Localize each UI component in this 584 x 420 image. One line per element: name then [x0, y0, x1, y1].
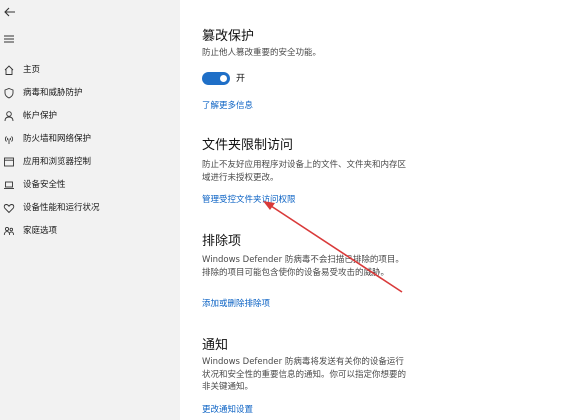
exclusions-title: 排除项 — [202, 234, 242, 249]
back-arrow-icon — [4, 7, 15, 17]
sidebar-item-label: 帐户保护 — [23, 111, 58, 121]
exclusions-description: Windows Defender 防病毒不会扫描已排除的项目。排除的项目可能包含… — [202, 255, 404, 278]
change-notification-settings-link[interactable]: 更改通知设置 — [202, 404, 253, 416]
notifications-description: Windows Defender 防病毒将发送有关你的设备运行状况和安全性的重要… — [202, 357, 407, 392]
folder-access-title: 文件夹限制访问 — [202, 138, 294, 153]
sidebar-item-label: 设备安全性 — [23, 180, 66, 190]
heart-icon — [3, 202, 15, 214]
sidebar: 主页 病毒和威胁防护 帐户保护 防火墙和网络保护 应用和浏览器控制 设备安全性 — [0, 0, 180, 420]
sidebar-item-label: 主页 — [23, 65, 41, 75]
sidebar-item-device-security[interactable]: 设备安全性 — [0, 175, 180, 195]
sidebar-item-app-browser-control[interactable]: 应用和浏览器控制 — [0, 152, 180, 172]
tamper-protection-title: 篡改保护 — [202, 29, 255, 44]
shield-icon — [3, 87, 15, 99]
wifi-signal-icon — [3, 133, 15, 145]
sidebar-item-label: 应用和浏览器控制 — [23, 157, 92, 167]
family-icon — [3, 225, 15, 237]
back-button[interactable] — [2, 4, 18, 20]
sidebar-item-label: 设备性能和运行状况 — [23, 203, 100, 213]
sidebar-item-virus-protection[interactable]: 病毒和威胁防护 — [0, 83, 180, 103]
tamper-protection-description: 防止他人篡改重要的安全功能。 — [202, 48, 322, 58]
menu-button[interactable] — [2, 33, 16, 45]
toggle-knob — [220, 75, 227, 82]
sidebar-item-label: 病毒和威胁防护 — [23, 88, 83, 98]
sidebar-item-home[interactable]: 主页 — [0, 60, 180, 80]
toggle-state-label: 开 — [236, 74, 246, 84]
manage-folder-access-link[interactable]: 管理受控文件夹访问权限 — [202, 194, 296, 206]
sidebar-item-firewall[interactable]: 防火墙和网络保护 — [0, 129, 180, 149]
folder-access-description: 防止不友好应用程序对设备上的文件、文件夹和内存区域进行未授权更改。 — [202, 160, 407, 183]
home-icon — [3, 64, 15, 76]
main-content: 篡改保护 防止他人篡改重要的安全功能。 开 了解更多信息 文件夹限制访问 防止不… — [180, 0, 584, 420]
sidebar-item-label: 家庭选项 — [23, 226, 58, 236]
hamburger-menu-icon — [4, 35, 14, 43]
sidebar-item-device-performance[interactable]: 设备性能和运行状况 — [0, 198, 180, 218]
person-icon — [3, 110, 15, 122]
browser-window-icon — [3, 156, 15, 168]
laptop-icon — [3, 179, 15, 191]
sidebar-item-account-protection[interactable]: 帐户保护 — [0, 106, 180, 126]
learn-more-link[interactable]: 了解更多信息 — [202, 100, 253, 112]
add-remove-exclusions-link[interactable]: 添加或删除排除项 — [202, 298, 270, 310]
sidebar-item-label: 防火墙和网络保护 — [23, 134, 92, 144]
notifications-title: 通知 — [202, 338, 229, 353]
sidebar-item-family-options[interactable]: 家庭选项 — [0, 221, 180, 241]
tamper-protection-toggle[interactable] — [202, 72, 230, 85]
